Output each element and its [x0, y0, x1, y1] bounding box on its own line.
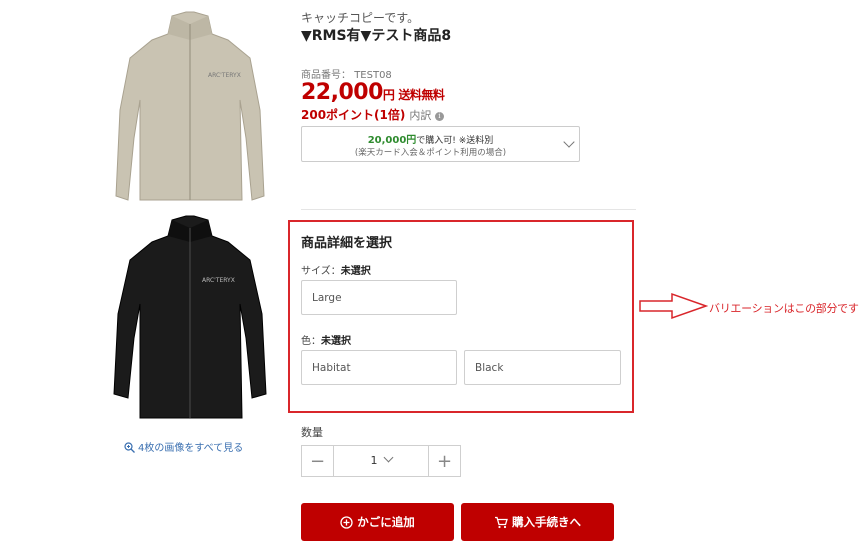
- product-title: ▼RMS有▼テスト商品8: [301, 28, 452, 44]
- product-code: 商品番号： TEST08: [301, 70, 392, 81]
- product-image-beige-jacket[interactable]: ARC'TERYX: [100, 0, 280, 212]
- quantity-plus-button[interactable]: +: [428, 446, 460, 476]
- color-option-black[interactable]: Black: [464, 350, 621, 385]
- annotation-text: バリエーションはこの部分です: [709, 302, 859, 315]
- card-offer-amount: 20,000円: [367, 135, 417, 146]
- zoom-icon: [124, 442, 135, 453]
- size-label: サイズ：未選択: [301, 266, 371, 277]
- plus-circle-icon: [340, 515, 353, 529]
- size-option-large[interactable]: Large: [301, 280, 457, 315]
- checkout-button[interactable]: 購入手続きへ: [461, 503, 614, 541]
- shipping-free: 送料無料: [398, 88, 445, 102]
- info-icon: i: [434, 111, 444, 121]
- card-offer-note: (楽天カード入会＆ポイント利用の場合): [354, 148, 507, 158]
- price-unit: 円: [382, 88, 395, 102]
- tax-detail-link[interactable]: 内訳 i: [409, 109, 444, 122]
- add-to-cart-button[interactable]: かごに追加: [301, 503, 454, 541]
- price: 22,000円 送料無料: [301, 80, 445, 105]
- card-offer-dropdown[interactable]: 20,000円で購入可! ※送料別 (楽天カード入会＆ポイント利用の場合): [301, 126, 580, 162]
- annotation-arrow-icon: [639, 292, 708, 320]
- color-option-habitat[interactable]: Habitat: [301, 350, 457, 385]
- points: 200ポイント(1倍) 内訳 i: [301, 106, 444, 123]
- selection-heading: 商品詳細を選択: [301, 236, 393, 251]
- chevron-down-icon: [383, 452, 393, 463]
- see-all-images-link[interactable]: 4枚の画像をすべて見る: [124, 439, 243, 454]
- card-offer-text: で購入可! ※送料別: [416, 136, 494, 146]
- divider: [301, 209, 636, 210]
- quantity-minus-button[interactable]: −: [302, 446, 334, 476]
- color-label: 色：未選択: [301, 336, 351, 347]
- product-image-black-jacket[interactable]: ARC'TERYX: [100, 214, 280, 424]
- price-value: 22,000: [301, 80, 383, 105]
- svg-text:ARC'TERYX: ARC'TERYX: [208, 72, 241, 79]
- quantity-stepper: − 1 +: [301, 445, 461, 477]
- quantity-label: 数量: [301, 426, 323, 439]
- catch-copy: キャッチコピーです。: [301, 11, 420, 25]
- quantity-select[interactable]: 1: [334, 446, 428, 476]
- chevron-down-icon: [563, 136, 575, 148]
- cart-icon: [495, 516, 508, 528]
- svg-text:ARC'TERYX: ARC'TERYX: [202, 277, 235, 284]
